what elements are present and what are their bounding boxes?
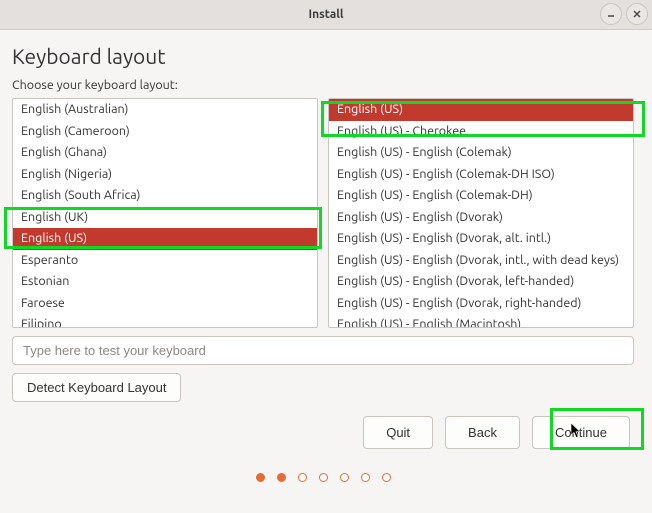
quit-button[interactable]: Quit bbox=[363, 416, 433, 449]
language-list-item[interactable]: English (US) bbox=[13, 228, 317, 250]
language-list-item[interactable]: English (UK) bbox=[13, 207, 317, 229]
variant-list-item[interactable]: English (US) - English (Colemak-DH ISO) bbox=[329, 164, 633, 186]
language-list-item[interactable]: English (Ghana) bbox=[13, 142, 317, 164]
progress-dot bbox=[319, 473, 328, 482]
progress-dot bbox=[361, 473, 370, 482]
layout-lists: English (Australian)English (Cameroon)En… bbox=[12, 98, 634, 328]
language-list-item[interactable]: English (South Africa) bbox=[13, 185, 317, 207]
progress-dot bbox=[256, 473, 265, 482]
minimize-button[interactable] bbox=[600, 3, 622, 25]
variant-list-item[interactable]: English (US) - Cherokee bbox=[329, 121, 633, 143]
back-button[interactable]: Back bbox=[445, 416, 520, 449]
nav-buttons: Quit Back Continue bbox=[12, 416, 634, 449]
variant-list-item[interactable]: English (US) - English (Macintosh) bbox=[329, 314, 633, 328]
layout-variant-list[interactable]: English (US)English (US) - CherokeeEngli… bbox=[328, 98, 634, 328]
continue-button[interactable]: Continue bbox=[532, 416, 630, 449]
instruction-label: Choose your keyboard layout: bbox=[12, 78, 634, 92]
window-controls bbox=[600, 3, 648, 25]
variant-list-item[interactable]: English (US) - English (Dvorak) bbox=[329, 207, 633, 229]
language-list-item[interactable]: English (Cameroon) bbox=[13, 121, 317, 143]
language-list-item[interactable]: Faroese bbox=[13, 293, 317, 315]
variant-list-item[interactable]: English (US) - English (Dvorak, alt. int… bbox=[329, 228, 633, 250]
language-list-item[interactable]: Esperanto bbox=[13, 250, 317, 272]
keyboard-test-input[interactable] bbox=[12, 336, 634, 365]
close-button[interactable] bbox=[626, 3, 648, 25]
language-list-item[interactable]: English (Nigeria) bbox=[13, 164, 317, 186]
variant-list-item[interactable]: English (US) - English (Dvorak, intl., w… bbox=[329, 250, 633, 272]
detect-layout-button[interactable]: Detect Keyboard Layout bbox=[12, 373, 181, 402]
progress-dots bbox=[12, 473, 634, 482]
progress-dot bbox=[382, 473, 391, 482]
variant-list-item[interactable]: English (US) - English (Dvorak, right-ha… bbox=[329, 293, 633, 315]
progress-dot bbox=[298, 473, 307, 482]
variant-list-item[interactable]: English (US) bbox=[329, 99, 633, 121]
variant-list-item[interactable]: English (US) - English (Dvorak, left-han… bbox=[329, 271, 633, 293]
progress-dot bbox=[340, 473, 349, 482]
language-list-item[interactable]: English (Australian) bbox=[13, 99, 317, 121]
language-list-item[interactable]: Estonian bbox=[13, 271, 317, 293]
titlebar: Install bbox=[0, 0, 652, 30]
variant-list-item[interactable]: English (US) - English (Colemak-DH) bbox=[329, 185, 633, 207]
page-content: Keyboard layout Choose your keyboard lay… bbox=[0, 30, 652, 482]
window-title: Install bbox=[308, 8, 343, 21]
language-list-item[interactable]: Filipino bbox=[13, 314, 317, 328]
detect-row: Detect Keyboard Layout bbox=[12, 373, 634, 402]
progress-dot bbox=[277, 473, 286, 482]
page-title: Keyboard layout bbox=[12, 44, 634, 68]
layout-language-list[interactable]: English (Australian)English (Cameroon)En… bbox=[12, 98, 318, 328]
variant-list-item[interactable]: English (US) - English (Colemak) bbox=[329, 142, 633, 164]
